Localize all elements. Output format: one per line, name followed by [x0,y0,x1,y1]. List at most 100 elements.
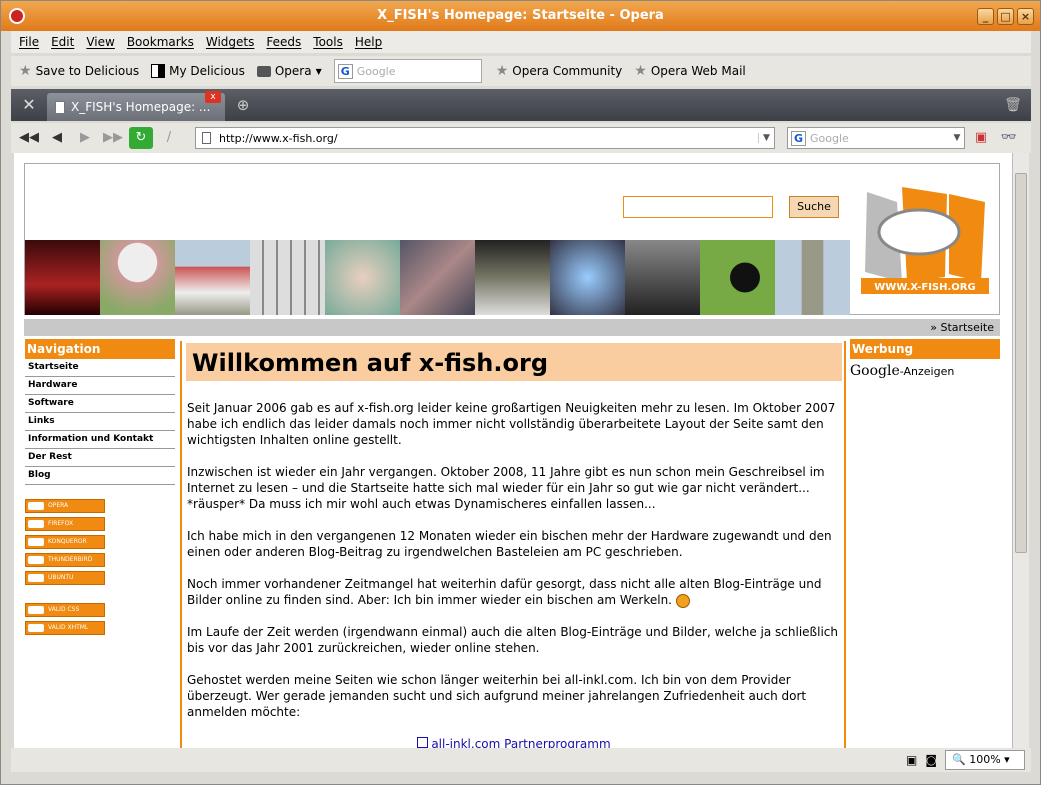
forward-button[interactable]: ▶ [73,127,97,149]
ads-title: Werbung [850,339,1000,359]
paragraph: Gehostet werden meine Seiten wie schon l… [187,673,807,719]
feed-icon[interactable]: ▣ [969,127,993,149]
nav-item-software[interactable]: Software [25,395,175,413]
new-tab-button[interactable]: ⊕ [231,93,255,117]
site-search-input[interactable] [623,196,773,218]
nav-item-startseite[interactable]: Startseite [25,359,175,377]
camera-icon[interactable]: ◙ [925,753,937,767]
menu-view[interactable]: View [86,35,114,49]
zoom-field[interactable]: 🔍 100% ▾ [945,750,1025,770]
bookmark-delicious[interactable]: ★ Save to Delicious [19,63,139,79]
paragraph: Inzwischen ist wieder ein Jahr vergangen… [187,465,825,511]
nav-item-der-rest[interactable]: Der Rest [25,449,175,467]
partner-link[interactable]: all-inkl.com Partnerprogramm [187,736,841,748]
badge-opera[interactable]: OPERA [25,499,105,513]
scrollbar-thumb[interactable] [1015,173,1027,553]
partner-link-label: all-inkl.com Partnerprogramm [431,737,611,748]
photo-hand [325,240,400,315]
site-header: Suche WWW.X-FISH.ORG [24,163,1000,315]
bookmark-my-delicious[interactable]: My Delicious [151,64,245,78]
page-icon [202,132,211,144]
photo-sunset [25,240,100,315]
badge-firefox[interactable]: FIREFOX [25,517,105,531]
paragraph: Noch immer vorhandener Zeitmangel hat we… [187,577,822,607]
bookmark-search-field[interactable]: G Google [333,59,482,83]
google-ads-label[interactable]: Google-Anzeigen [850,359,1000,379]
edit-icon[interactable]: / [157,127,181,149]
url-text: http://www.x-fish.org/ [219,131,338,145]
vertical-scrollbar[interactable] [1012,153,1029,748]
search-field[interactable]: G Google ▼ [787,127,965,149]
address-field[interactable]: http://www.x-fish.org/ ▼ [195,127,775,149]
address-toolbar: ◀◀ ◀ ▶ ▶▶ ↻ / http://www.x-fish.org/ ▼ G… [11,123,1031,153]
browser-window: X_FISH's Homepage: Startseite - Opera _ … [0,0,1041,785]
bookmark-opera-webmail[interactable]: ★ Opera Web Mail [634,63,745,79]
photo-helmet-man [100,240,175,315]
bookmark-opera-community[interactable]: ★ Opera Community [496,63,623,79]
close-tab-icon[interactable]: x [205,91,221,103]
page-title: Willkommen auf x-fish.org [186,343,842,381]
search-placeholder: Google [356,64,396,78]
title-bar: X_FISH's Homepage: Startseite - Opera _ … [1,1,1040,31]
back-button[interactable]: ◀ [45,127,69,149]
menu-bookmarks[interactable]: Bookmarks [127,35,194,49]
photo-tree-silhouette [625,240,700,315]
badge-ubuntu[interactable]: UBUNTU [25,571,105,585]
star-icon: ★ [634,63,647,79]
photo-church-tower [775,240,850,315]
bookmark-opera-folder[interactable]: Opera ▼ [256,64,322,78]
photo-trees [400,240,475,315]
tab-label: X_FISH's Homepage: ... [71,100,211,114]
chevron-down-icon: ▼ [315,66,322,76]
paragraph: Seit Januar 2006 gab es auf x-fish.org l… [187,401,836,447]
badge-valid-xhtml[interactable]: VALID XHTML [25,621,105,635]
badge-valid-css[interactable]: VALID CSS [25,603,105,617]
badge-konqueror[interactable]: KONQUEROR [25,535,105,549]
star-icon: ★ [19,63,32,79]
photo-car-mirror [550,240,625,315]
nav-item-hardware[interactable]: Hardware [25,377,175,395]
ads-sidebar: Werbung Google-Anzeigen [850,339,1000,379]
badge-thunderbird[interactable]: THUNDERBIRD [25,553,105,567]
search-placeholder: Google [810,131,849,145]
delicious-icon [151,64,166,78]
close-button[interactable]: × [1017,8,1034,25]
menu-tools[interactable]: Tools [313,35,343,49]
ads-label: -Anzeigen [899,365,955,378]
bookmark-label: My Delicious [169,64,245,78]
nav-item-blog[interactable]: Blog [25,467,175,485]
photo-record [475,240,550,315]
opera-icon [9,8,25,24]
search-button[interactable]: Suche [789,196,839,218]
widget-icon[interactable]: ▣ [906,753,917,767]
nav-item-kontakt[interactable]: Information und Kontakt [25,431,175,449]
menu-file[interactable]: File [19,35,39,49]
menu-edit[interactable]: Edit [51,35,74,49]
bookmark-bar: ★ Save to Delicious My Delicious Opera ▼ G… [11,56,1031,86]
reload-button[interactable]: ↻ [129,127,153,149]
menu-widgets[interactable]: Widgets [206,35,255,49]
minimize-button[interactable]: _ [977,8,994,25]
bookmark-label: Opera Web Mail [650,64,746,78]
rewind-button[interactable]: ◀◀ [17,127,41,149]
chevron-down-icon[interactable]: ▼ [950,133,964,143]
smiley-icon [675,593,690,608]
fast-forward-button[interactable]: ▶▶ [101,127,125,149]
nav-title: Navigation [25,339,175,359]
window-title: X_FISH's Homepage: Startseite - Opera [377,8,664,23]
paragraph-with-smiley: Noch immer vorhandener Zeitmangel hat we… [187,576,841,608]
chevron-down-icon[interactable]: ▼ [758,133,774,143]
menu-feeds[interactable]: Feeds [266,35,301,49]
tools-icon[interactable]: ✕ [11,89,47,121]
status-bar: ▣ ◙ 🔍 100% ▾ [11,748,1031,772]
glasses-icon[interactable]: 👓 [997,127,1021,149]
menu-help[interactable]: Help [355,35,382,49]
menu-bar: File Edit View Bookmarks Widgets Feeds T… [11,31,1031,53]
bookmark-label: Save to Delicious [35,64,140,78]
trash-icon[interactable]: 🗑 [995,97,1031,113]
maximize-button[interactable]: □ [997,8,1014,25]
main-content: Willkommen auf x-fish.org Seit Januar 20… [180,341,846,748]
photo-counter [250,240,325,315]
nav-item-links[interactable]: Links [25,413,175,431]
tab-xfish[interactable]: X_FISH's Homepage: ... x [47,91,225,121]
